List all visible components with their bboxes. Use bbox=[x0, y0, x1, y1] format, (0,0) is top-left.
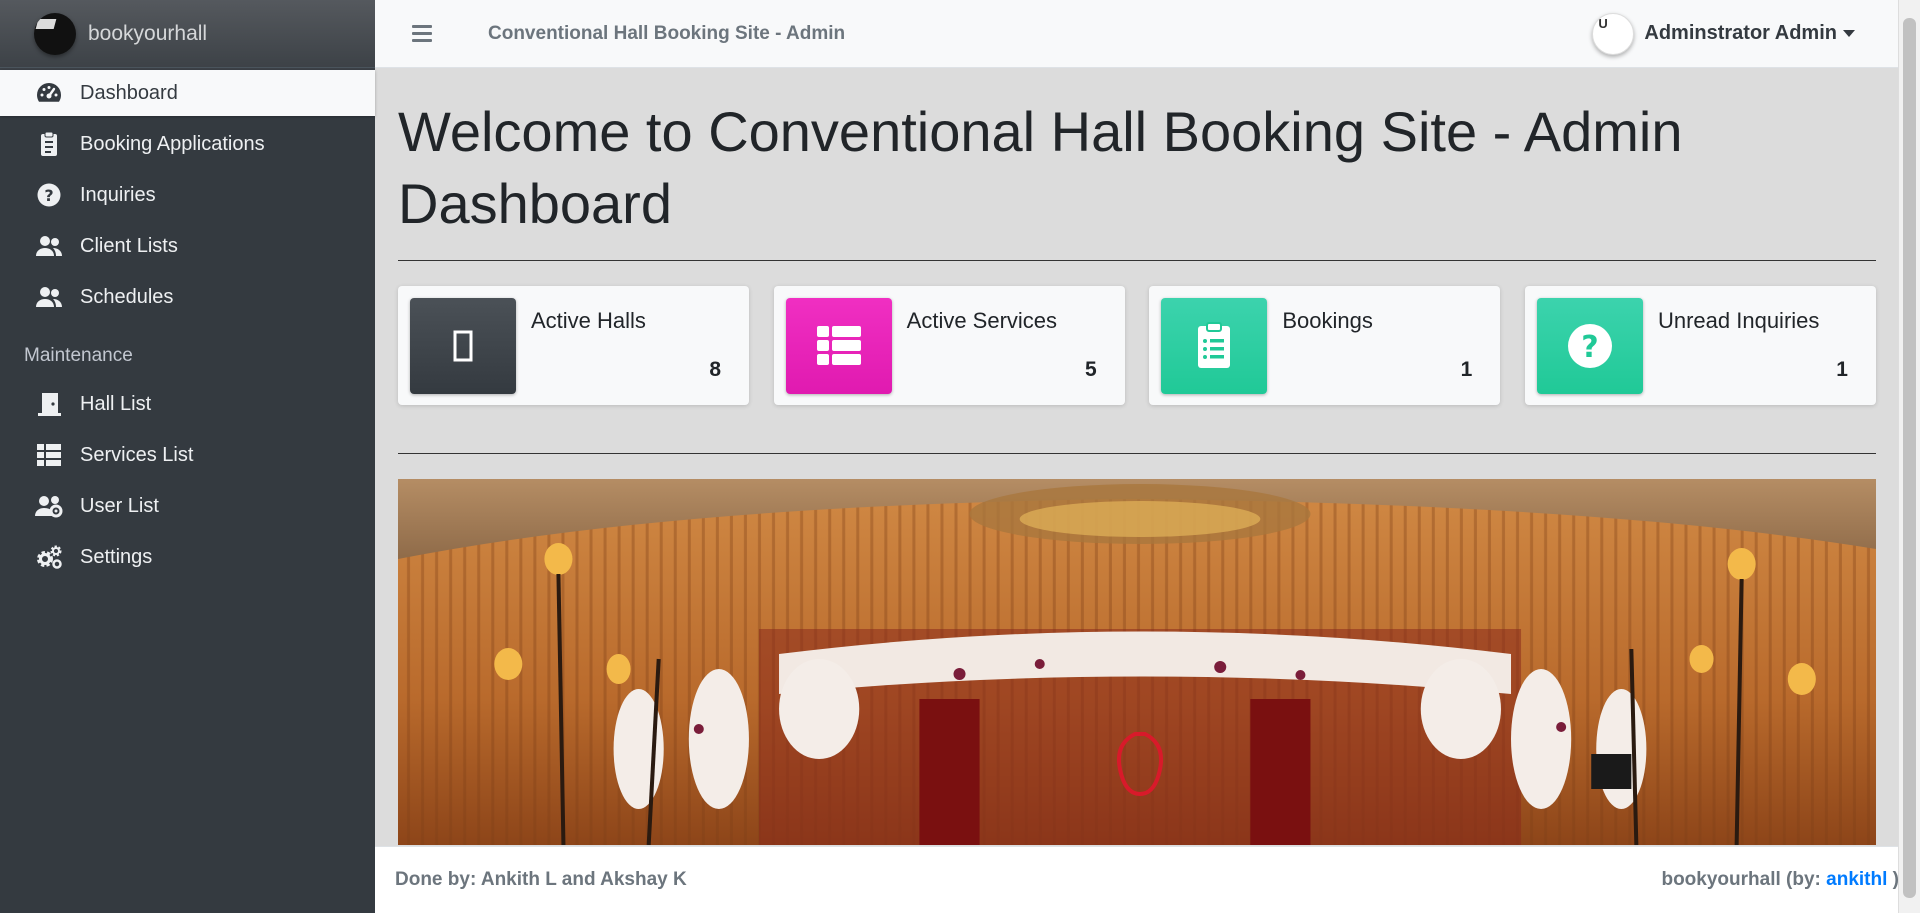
brand-link[interactable]: bookyourhall bbox=[0, 0, 375, 68]
info-box-number: 5 bbox=[1084, 358, 1097, 381]
main-content: Welcome to Conventional Hall Booking Sit… bbox=[375, 68, 1899, 845]
footer-credits: Done by: Ankith L and Akshay K bbox=[395, 869, 687, 890]
page-scrollbar[interactable] bbox=[1898, 0, 1920, 913]
avatar: U bbox=[1592, 12, 1635, 55]
sidebar-item-booking-applications[interactable]: Booking Applications bbox=[0, 121, 375, 167]
hall-banner-image bbox=[398, 479, 1876, 845]
divider bbox=[398, 453, 1876, 454]
site-title: Conventional Hall Booking Site - Admin bbox=[488, 22, 846, 44]
footer-brand: bookyourhall (by: ankithl ) bbox=[1661, 869, 1899, 890]
info-box-active-services: Active Services 5 bbox=[773, 286, 1125, 405]
info-cards: Active Halls 8 Active Services 5 Booking… bbox=[398, 286, 1876, 405]
question-circle-icon: ? bbox=[34, 182, 64, 208]
wedding-stage-photo bbox=[398, 479, 1876, 845]
footer-author-link[interactable]: ankithl bbox=[1826, 869, 1887, 890]
top-navbar: Conventional Hall Booking Site - Admin U… bbox=[375, 0, 1899, 68]
info-box-label: Active Services bbox=[906, 308, 1058, 333]
users-cog-icon bbox=[34, 493, 64, 519]
sidebar-item-user-list[interactable]: User List bbox=[0, 483, 375, 529]
sidebar-item-label: Booking Applications bbox=[80, 132, 265, 155]
clipboard-icon bbox=[34, 131, 64, 157]
menu-toggle-icon[interactable] bbox=[412, 21, 432, 46]
cogs-icon bbox=[34, 544, 64, 570]
brand-name: bookyourhall bbox=[88, 21, 208, 45]
sidebar-item-label: Hall List bbox=[80, 392, 152, 415]
sidebar-item-services-list[interactable]: Services List bbox=[0, 432, 375, 478]
info-box-unread-inquiries: ? Unread Inquiries 1 bbox=[1524, 286, 1876, 405]
users-icon bbox=[34, 233, 64, 259]
sidebar-nav: Dashboard Booking Applications ? Inquiri… bbox=[0, 68, 375, 320]
maintenance-nav: Hall List Services List User List Settin… bbox=[0, 379, 375, 580]
sidebar-item-label: User List bbox=[80, 494, 159, 517]
sidebar: bookyourhall Dashboard Booking Applicati… bbox=[0, 0, 375, 913]
info-box-label: Bookings bbox=[1282, 308, 1373, 333]
scrollbar-thumb[interactable] bbox=[1903, 18, 1916, 898]
clipboard-list-icon bbox=[1161, 298, 1268, 394]
sidebar-item-label: Inquiries bbox=[80, 183, 156, 206]
sidebar-item-label: Settings bbox=[80, 545, 153, 568]
info-box-active-halls: Active Halls 8 bbox=[398, 286, 749, 405]
caret-down-icon bbox=[1843, 30, 1855, 37]
question-circle-icon: ? bbox=[1536, 298, 1643, 394]
svg-text:?: ? bbox=[1581, 330, 1598, 365]
info-box-number: 1 bbox=[1460, 358, 1473, 381]
sidebar-item-client-lists[interactable]: Client Lists bbox=[0, 223, 375, 269]
sidebar-item-schedules[interactable]: Schedules bbox=[0, 274, 375, 320]
info-box-bookings: Bookings 1 bbox=[1149, 286, 1501, 405]
brand-logo bbox=[34, 12, 76, 55]
info-box-number: 1 bbox=[1836, 358, 1848, 381]
th-list-icon bbox=[785, 298, 892, 394]
users-icon bbox=[34, 284, 64, 310]
maintenance-header: Maintenance bbox=[24, 345, 133, 366]
sidebar-item-hall-list[interactable]: Hall List bbox=[0, 381, 375, 427]
info-box-label: Unread Inquiries bbox=[1657, 308, 1820, 333]
sidebar-item-label: Schedules bbox=[80, 285, 174, 308]
sidebar-item-label: Dashboard bbox=[80, 81, 178, 104]
dashboard-gauge-icon bbox=[34, 80, 64, 106]
sidebar-item-dashboard[interactable]: Dashboard bbox=[0, 70, 375, 116]
sidebar-item-inquiries[interactable]: ? Inquiries bbox=[0, 172, 375, 218]
list-icon bbox=[34, 442, 64, 468]
user-menu-dropdown[interactable]: U Adminstrator Admin bbox=[1592, 12, 1855, 55]
page-title: Welcome to Conventional Hall Booking Sit… bbox=[398, 100, 1683, 235]
building-icon bbox=[410, 298, 516, 394]
svg-text:?: ? bbox=[44, 186, 53, 205]
door-open-icon bbox=[34, 391, 64, 417]
divider bbox=[398, 260, 1876, 261]
sidebar-item-label: Services List bbox=[80, 443, 194, 466]
user-name: Adminstrator Admin bbox=[1644, 22, 1837, 44]
info-box-number: 8 bbox=[709, 358, 721, 381]
sidebar-item-label: Client Lists bbox=[80, 234, 178, 257]
footer: Done by: Ankith L and Akshay K bookyourh… bbox=[375, 846, 1899, 913]
sidebar-item-settings[interactable]: Settings bbox=[0, 534, 375, 580]
info-box-label: Active Halls bbox=[531, 308, 646, 333]
